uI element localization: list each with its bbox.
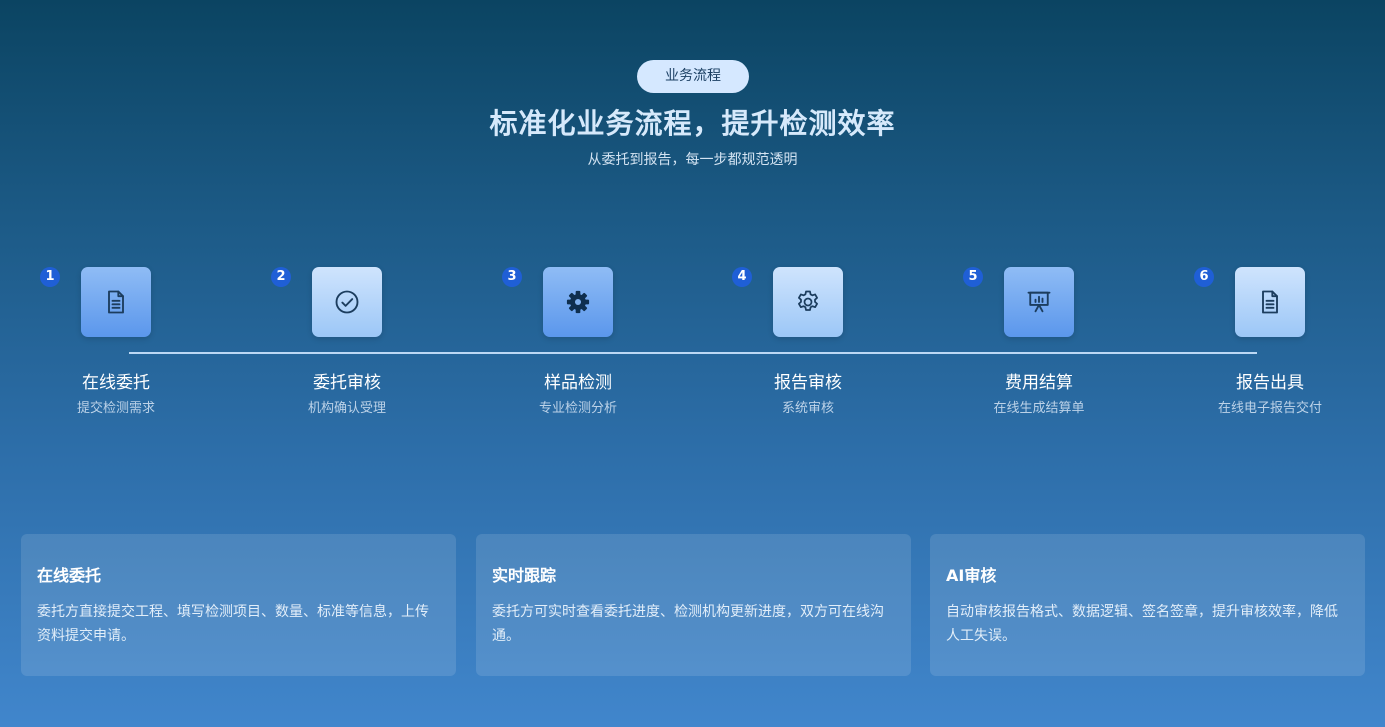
presentation-icon xyxy=(1027,291,1051,313)
feature-card-title: 实时跟踪 xyxy=(492,566,557,585)
step-3-number: 3 xyxy=(502,267,522,287)
step-5-title: 费用结算 xyxy=(1005,373,1073,393)
step-2-icon-box[interactable] xyxy=(312,267,382,337)
step-3-desc: 专业检测分析 xyxy=(538,401,617,416)
step-6-icon-box[interactable] xyxy=(1235,267,1305,337)
feature-card-realtime-tracking[interactable]: 实时跟踪 委托方可实时查看委托进度、检测机构更新进度，双方可在线沟通。 xyxy=(476,534,911,676)
section-subtitle: 从委托到报告，每一步都规范透明 xyxy=(587,152,798,168)
step-4-number: 4 xyxy=(732,267,752,287)
settings-icon xyxy=(798,290,818,311)
check-circle-icon xyxy=(335,290,359,314)
feature-card-text: 委托方直接提交工程、填写检测项目、数量、标准等信息，上传资料提交申请。 xyxy=(37,604,429,644)
step-1-icon-box[interactable] xyxy=(81,267,151,337)
step-6-title: 报告出具 xyxy=(1236,373,1304,393)
step-4-title: 报告审核 xyxy=(774,373,842,393)
step-5-number: 5 xyxy=(963,267,983,287)
step-4-icon-box[interactable] xyxy=(773,267,843,337)
feature-card-title: AI审核 xyxy=(946,566,997,585)
step-2-title: 委托审核 xyxy=(313,373,381,393)
document-icon xyxy=(108,290,124,314)
feature-card-title: 在线委托 xyxy=(37,566,102,585)
document-icon xyxy=(1262,290,1278,314)
step-1-title: 在线委托 xyxy=(82,373,150,393)
step-1-number: 1 xyxy=(40,267,60,287)
feature-card-ai-review[interactable]: AI审核 自动审核报告格式、数据逻辑、签名签章，提升审核效率，降低人工失误。 xyxy=(930,534,1365,676)
gear-icon xyxy=(566,290,590,314)
step-5-desc: 在线生成结算单 xyxy=(993,401,1085,416)
step-4-desc: 系统审核 xyxy=(781,401,834,416)
section-title: 标准化业务流程，提升检测效率 xyxy=(489,107,896,140)
step-2-number: 2 xyxy=(271,267,291,287)
step-2-desc: 机构确认受理 xyxy=(307,401,386,416)
feature-card-text: 自动审核报告格式、数据逻辑、签名签章，提升审核效率，降低人工失误。 xyxy=(946,604,1338,644)
step-3-title: 样品检测 xyxy=(544,373,612,393)
feature-card-online-entrust[interactable]: 在线委托 委托方直接提交工程、填写检测项目、数量、标准等信息，上传资料提交申请。 xyxy=(21,534,456,676)
feature-card-text: 委托方可实时查看委托进度、检测机构更新进度，双方可在线沟通。 xyxy=(492,604,884,644)
timeline-line xyxy=(129,352,1257,354)
step-1-desc: 提交检测需求 xyxy=(76,401,155,416)
step-6-desc: 在线电子报告交付 xyxy=(1217,401,1322,416)
step-5-icon-box[interactable] xyxy=(1004,267,1074,337)
step-3-icon-box[interactable] xyxy=(543,267,613,337)
step-6-number: 6 xyxy=(1194,267,1214,287)
section-badge: 业务流程 xyxy=(637,60,749,93)
